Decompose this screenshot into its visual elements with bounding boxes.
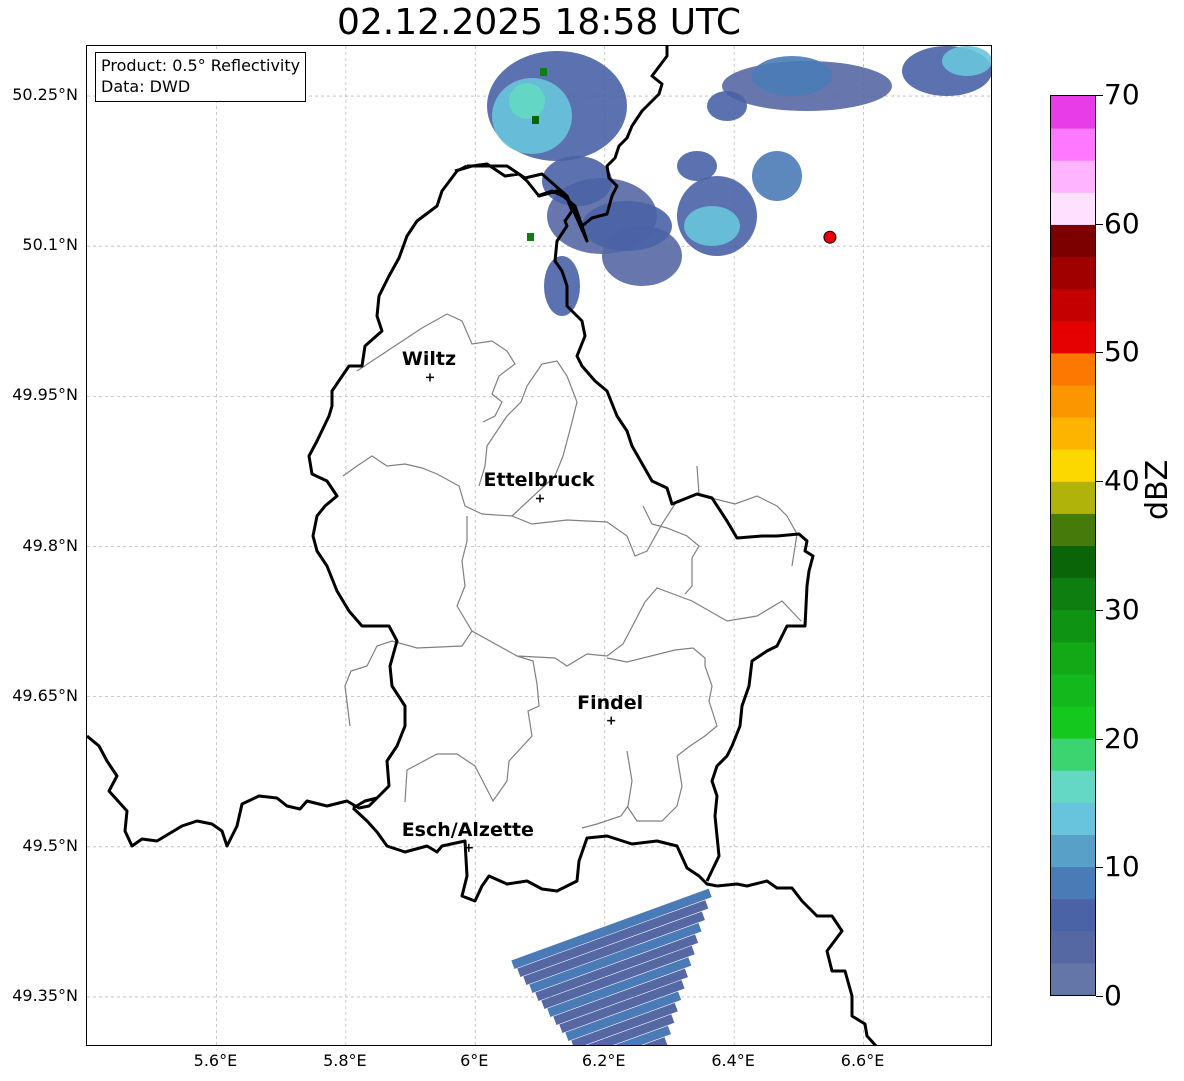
colorbar-tick-mark xyxy=(1096,481,1103,483)
radar-echo xyxy=(527,233,534,241)
radar-echo xyxy=(707,91,747,121)
city-label: Esch/Alzette xyxy=(401,818,534,841)
colorbar-segment xyxy=(1051,481,1095,514)
colorbar-segment xyxy=(1051,384,1095,418)
radar-site-marker[interactable] xyxy=(823,230,837,244)
city-label: Findel xyxy=(577,691,644,714)
city-label: Wiltz xyxy=(401,348,457,371)
lon-tick-label: 6.6°E xyxy=(840,1051,885,1070)
colorbar-scale xyxy=(1051,96,1095,995)
canton-border xyxy=(342,313,802,829)
colorbar-segment xyxy=(1051,449,1095,482)
lat-tick-label: 49.8°N xyxy=(22,535,78,555)
colorbar-segment xyxy=(1051,673,1095,707)
city-label: Ettelbruck xyxy=(483,469,595,492)
colorbar-tick-label: 60 xyxy=(1104,206,1140,240)
colorbar-segment xyxy=(1051,96,1095,129)
colorbar-segment xyxy=(1051,288,1095,322)
radar-echo xyxy=(542,156,612,206)
colorbar-tick-label: 10 xyxy=(1104,850,1140,884)
product-label: Product: 0.5° Reflectivity xyxy=(101,56,301,75)
lon-tick-label: 6.4°E xyxy=(711,1051,755,1070)
lon-tick-label: 6.2°E xyxy=(581,1051,626,1070)
city-markers xyxy=(425,373,616,852)
colorbar-segment xyxy=(1051,128,1095,161)
colorbar-tick-label: 50 xyxy=(1104,335,1140,369)
colorbar-segment xyxy=(1051,738,1095,771)
colorbar-tick-mark xyxy=(1096,738,1103,740)
colorbar-segment xyxy=(1051,770,1095,803)
radar-echo xyxy=(752,151,802,201)
colorbar-tick-mark xyxy=(1096,609,1103,611)
lon-tick-label: 5.6°E xyxy=(193,1051,238,1070)
colorbar-segment xyxy=(1051,609,1095,643)
radar-echo xyxy=(942,46,991,76)
lat-tick-label: 49.65°N xyxy=(12,685,78,705)
colorbar-tick-mark xyxy=(1096,867,1103,869)
colorbar-segment xyxy=(1051,866,1095,900)
country-border xyxy=(87,46,878,1045)
city-marker xyxy=(536,494,544,503)
colorbar-tick-label: 70 xyxy=(1104,78,1140,111)
colorbar-segment xyxy=(1051,513,1095,546)
colorbar-segment xyxy=(1051,320,1095,354)
radar-echo xyxy=(582,201,672,251)
lon-tick-label: 6°E xyxy=(460,1051,489,1070)
colorbar-segment xyxy=(1051,834,1095,868)
radar-echo xyxy=(684,206,740,246)
colorbar-segment xyxy=(1051,545,1095,579)
colorbar-tick-mark xyxy=(1096,95,1103,96)
radar-echo xyxy=(540,68,547,76)
colorbar-tick-mark xyxy=(1096,996,1103,997)
colorbar xyxy=(1050,95,1096,996)
colorbar-segment xyxy=(1051,898,1095,932)
colorbar-label: dBZ xyxy=(1140,459,1175,520)
colorbar-segment xyxy=(1051,802,1095,835)
colorbar-segment xyxy=(1051,224,1095,258)
city-marker xyxy=(607,716,616,725)
product-info-box: Product: 0.5° Reflectivity Data: DWD xyxy=(95,52,307,102)
colorbar-segment xyxy=(1051,641,1095,675)
radar-map[interactable] xyxy=(87,46,992,1046)
lat-tick-label: 50.1°N xyxy=(22,235,78,255)
radar-echo xyxy=(677,151,717,181)
colorbar-tick-label: 20 xyxy=(1104,721,1140,755)
colorbar-tick-mark xyxy=(1096,223,1103,225)
lat-tick-label: 49.95°N xyxy=(12,385,78,405)
colorbar-tick-label: 30 xyxy=(1104,592,1140,626)
colorbar-segment xyxy=(1051,192,1095,225)
colorbar-segment xyxy=(1051,256,1095,290)
radar-echo xyxy=(544,256,580,316)
colorbar-tick-mark xyxy=(1096,352,1103,354)
colorbar-segment xyxy=(1051,417,1095,450)
radar-echo xyxy=(509,83,545,119)
colorbar-segment xyxy=(1051,962,1095,995)
data-source-label: Data: DWD xyxy=(101,77,191,96)
radar-echo xyxy=(532,116,539,124)
radar-echo xyxy=(752,56,832,96)
lon-tick-label: 5.8°E xyxy=(323,1051,367,1070)
colorbar-segment xyxy=(1051,160,1095,193)
lat-tick-label: 49.5°N xyxy=(22,835,78,855)
city-marker xyxy=(425,373,434,382)
map-plot-area[interactable] xyxy=(86,45,992,1046)
colorbar-segment xyxy=(1051,706,1095,739)
colorbar-tick-label: 40 xyxy=(1104,464,1140,498)
colorbar-segment xyxy=(1051,577,1095,611)
lat-tick-label: 49.35°N xyxy=(12,985,78,1005)
borders xyxy=(87,46,878,1045)
map-title: 02.12.2025 18:58 UTC xyxy=(336,2,742,43)
colorbar-segment xyxy=(1051,930,1095,964)
colorbar-tick-label: 0 xyxy=(1104,979,1122,1012)
colorbar-segment xyxy=(1051,352,1095,386)
lat-tick-label: 50.25°N xyxy=(12,85,78,105)
